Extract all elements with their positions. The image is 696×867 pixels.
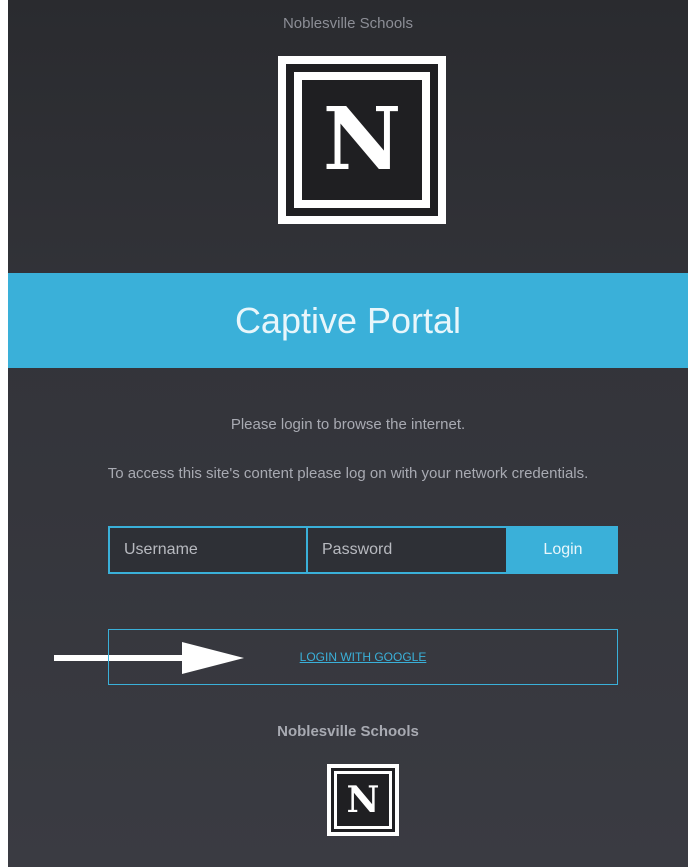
footer-org-name: Noblesville Schools xyxy=(277,723,419,740)
username-input[interactable] xyxy=(108,526,308,574)
password-input[interactable] xyxy=(308,526,508,574)
captive-portal-page: Noblesville Schools N Captive Portal Ple… xyxy=(8,0,688,867)
header-org-name: Noblesville Schools xyxy=(282,15,414,32)
school-logo: N xyxy=(278,56,446,224)
login-button[interactable]: Login xyxy=(508,526,618,574)
portal-banner: Captive Portal xyxy=(8,273,688,368)
login-with-google-link[interactable]: LOGIN WITH GOOGLE xyxy=(300,650,427,664)
page-title: Captive Portal xyxy=(234,299,462,341)
footer-logo-letter: N xyxy=(346,779,380,821)
credentials-instruction: To access this site's content please log… xyxy=(107,465,589,482)
footer-school-logo: N xyxy=(327,764,399,836)
google-login-box: LOGIN WITH GOOGLE xyxy=(108,629,618,685)
login-form: Login xyxy=(108,526,618,574)
login-instruction: Please login to browse the internet. xyxy=(230,416,466,433)
logo-letter: N xyxy=(322,89,402,190)
